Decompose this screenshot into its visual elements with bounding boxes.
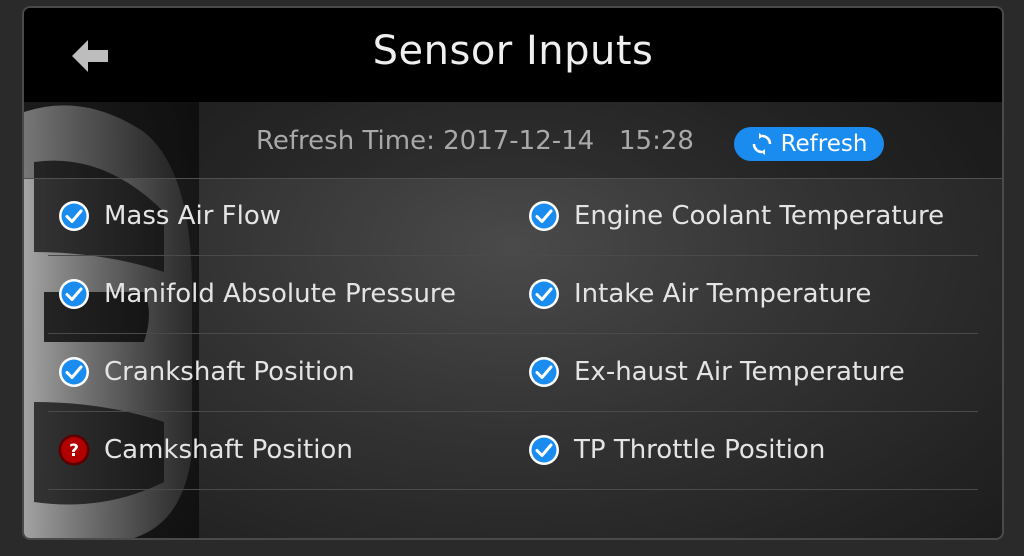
check-icon <box>528 200 560 232</box>
refresh-icon <box>752 133 771 155</box>
refresh-time-label: Refresh Time: 2017-12-14 15:28 <box>256 126 694 156</box>
sensor-item-crankshaft-position: Crankshaft Position <box>58 334 355 410</box>
page-title: Sensor Inputs <box>372 28 654 74</box>
sensor-label: Crankshaft Position <box>104 357 355 387</box>
check-icon <box>58 356 90 388</box>
sensor-row: Manifold Absolute Pressure Intake Air Te… <box>48 256 978 334</box>
sensor-item-camshaft-position: ? Camkshaft Position <box>58 412 353 488</box>
check-icon <box>58 278 90 310</box>
svg-text:?: ? <box>69 441 79 461</box>
check-icon <box>58 200 90 232</box>
sensor-label: Intake Air Temperature <box>574 279 872 309</box>
check-icon <box>528 434 560 466</box>
check-icon <box>528 278 560 310</box>
sensor-label: Manifold Absolute Pressure <box>104 279 457 309</box>
check-icon <box>528 356 560 388</box>
refresh-button[interactable]: Refresh <box>734 127 884 161</box>
sensor-label: Engine Coolant Temperature <box>574 201 945 231</box>
sensor-item-throttle-position: TP Throttle Position <box>528 412 825 488</box>
sensor-inputs-panel: Sensor Inputs Refresh Time: 2017-12-14 1… <box>22 6 1004 540</box>
sensor-label: Ex-haust Air Temperature <box>574 357 905 387</box>
sensor-label: TP Throttle Position <box>574 435 826 465</box>
sensor-list: Mass Air Flow Engine Coolant Temperature… <box>24 178 1002 490</box>
sensor-label: Camkshaft Position <box>104 435 353 465</box>
sensor-item-intake-air-temperature: Intake Air Temperature <box>528 256 871 332</box>
sensor-label: Mass Air Flow <box>104 201 282 231</box>
refresh-bar: Refresh Time: 2017-12-14 15:28 Refresh <box>24 102 1002 179</box>
sensor-item-mass-air-flow: Mass Air Flow <box>58 178 281 254</box>
sensor-row: Crankshaft Position Ex-haust Air Tempera… <box>48 334 978 412</box>
refresh-button-label: Refresh <box>780 131 868 157</box>
sensor-row: Mass Air Flow Engine Coolant Temperature <box>48 178 978 256</box>
question-icon: ? <box>58 434 90 466</box>
sensor-row: ? Camkshaft Position TP Throttle Positio… <box>48 412 978 490</box>
sensor-item-exhaust-air-temperature: Ex-haust Air Temperature <box>528 334 905 410</box>
sensor-item-engine-coolant-temperature: Engine Coolant Temperature <box>528 178 944 254</box>
sensor-item-manifold-absolute-pressure: Manifold Absolute Pressure <box>58 256 456 332</box>
header-bar: Sensor Inputs <box>24 8 1002 102</box>
